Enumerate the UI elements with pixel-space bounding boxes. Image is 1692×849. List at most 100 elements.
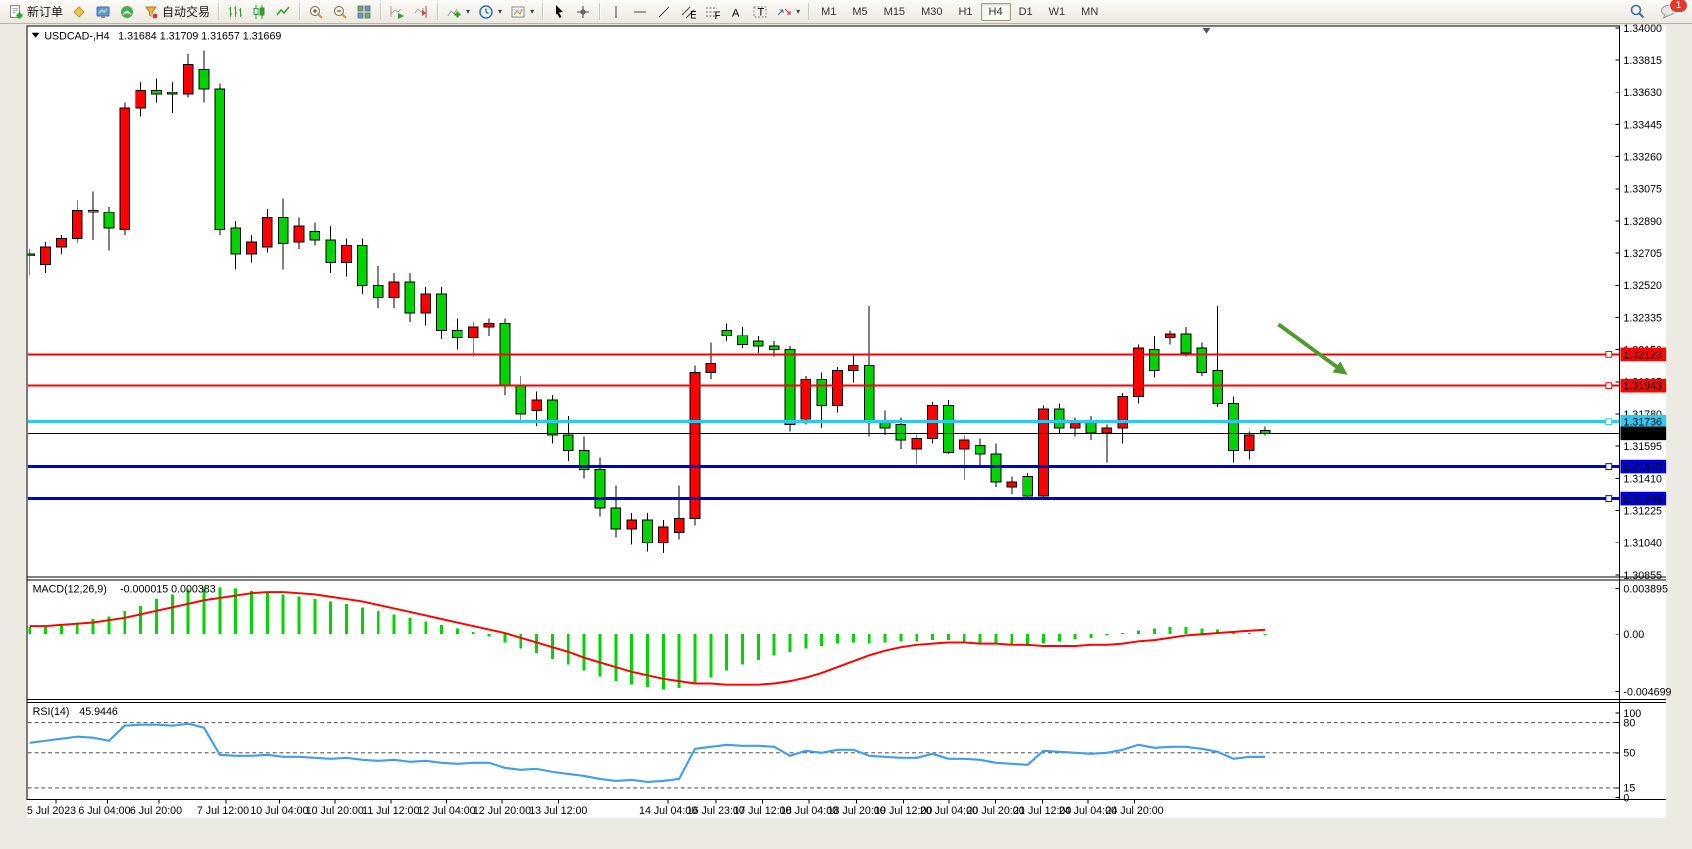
horizontal-line-icon [632, 4, 648, 20]
timeframe-h1-button[interactable]: H1 [950, 3, 980, 21]
bull-candle [1007, 482, 1017, 487]
zoom-out-button[interactable] [328, 2, 352, 22]
notification-badge: 1 [1669, 0, 1688, 13]
arrows-tool-button[interactable]: ▾ [772, 2, 804, 22]
chat-button[interactable]: 1 [1656, 1, 1682, 22]
macd-axis-label: 0.003895 [1623, 583, 1668, 595]
svg-text:E: E [690, 9, 696, 20]
signals-button[interactable] [115, 2, 139, 22]
time-axis-label: 11 Jul 12:00 [362, 805, 419, 817]
toolbar-separator [599, 3, 600, 20]
price-axis-label: 1.32335 [1623, 312, 1662, 324]
macd-bar [599, 634, 602, 676]
autotrading-button[interactable]: 自动交易 [139, 1, 214, 22]
bear-candle [880, 423, 890, 428]
macd-bar [139, 606, 142, 634]
chevron-down-icon: ▾ [796, 7, 800, 16]
macd-bar [187, 590, 190, 635]
chart-area[interactable]: 1.340001.338151.336301.334451.332601.330… [0, 24, 1692, 849]
bear-candle [944, 405, 954, 452]
horizontal-line-tool-button[interactable] [628, 2, 652, 22]
timeframe-d1-button[interactable]: D1 [1011, 3, 1041, 21]
macd-bar [298, 597, 301, 635]
macd-bar [868, 634, 871, 643]
timeframe-m15-button[interactable]: M15 [876, 3, 913, 21]
hline-handle[interactable] [1606, 419, 1612, 425]
macd-bar [662, 634, 665, 689]
text-label-tool-button[interactable]: T [748, 2, 772, 22]
arrows-icon [776, 4, 792, 20]
templates-button[interactable]: ▾ [506, 2, 538, 22]
line-chart-button[interactable] [271, 2, 295, 22]
macd-bar [519, 634, 522, 648]
trendline-tool-button[interactable] [652, 2, 676, 22]
price-axis-label: 1.30855 [1623, 570, 1662, 582]
bull-candle [468, 327, 478, 337]
timeframe-m30-button[interactable]: M30 [913, 3, 950, 21]
price-axis-label: 1.33815 [1623, 55, 1662, 67]
timeframe-m1-button[interactable]: M1 [813, 3, 844, 21]
autotrading-icon [143, 4, 159, 20]
bar-chart-button[interactable] [223, 2, 247, 22]
new-order-button[interactable]: 新订单 [4, 1, 67, 22]
bear-candle [310, 231, 320, 240]
hline-handle[interactable] [1606, 464, 1612, 470]
bear-candle [643, 520, 653, 543]
candlestick-chart-icon [251, 4, 267, 20]
vertical-line-tool-button[interactable] [604, 2, 628, 22]
bull-candle [484, 324, 494, 327]
text-icon: A [728, 4, 744, 20]
text-label-icon: T [752, 4, 768, 20]
channel-tool-button[interactable]: E [676, 2, 700, 22]
timeframe-mn-button[interactable]: MN [1073, 3, 1106, 21]
cursor-tool-button[interactable] [547, 2, 571, 22]
svg-text:F: F [715, 10, 721, 20]
bull-candle [294, 226, 304, 242]
bear-candle [785, 350, 795, 425]
mt4-window: { "toolbar": { "new_order_label": "新订单",… [0, 0, 1692, 849]
bear-candle [152, 91, 162, 94]
macd-bar [789, 634, 792, 652]
equidistant-channel-icon: E [680, 4, 696, 20]
chart-shift-button[interactable] [409, 2, 433, 22]
hline-handle[interactable] [1606, 383, 1612, 389]
bear-candle [1229, 404, 1239, 451]
metaeditor-button[interactable] [67, 2, 91, 22]
fibonacci-tool-button[interactable]: F [700, 2, 724, 22]
hline-handle[interactable] [1606, 496, 1612, 502]
bull-candle [674, 518, 684, 532]
price-axis-label: 1.31595 [1623, 441, 1662, 453]
timeframe-m5-button[interactable]: M5 [844, 3, 875, 21]
macd-bar [1121, 633, 1124, 634]
zoom-in-button[interactable] [304, 2, 328, 22]
zoom-in-icon [308, 4, 324, 20]
rsi-axis-label: 80 [1623, 718, 1635, 730]
macd-bar [994, 634, 997, 643]
bear-candle [753, 341, 763, 346]
search-button[interactable] [1625, 1, 1650, 22]
crosshair-tool-button[interactable] [571, 2, 595, 22]
tile-windows-icon [356, 4, 372, 20]
vertical-line-icon [608, 4, 624, 20]
timeframe-h4-button[interactable]: H4 [981, 3, 1011, 21]
bull-candle [421, 294, 431, 313]
auto-scroll-button[interactable] [385, 2, 409, 22]
macd-bar [1058, 634, 1061, 641]
hline-handle[interactable] [1606, 351, 1612, 357]
bull-candle [627, 520, 637, 529]
macd-bar [1185, 627, 1188, 634]
macd-bar [313, 599, 316, 634]
text-tool-button[interactable]: A [724, 2, 748, 22]
macd-bar [377, 611, 380, 634]
periods-button[interactable]: ▾ [474, 2, 506, 22]
price-axis-label: 1.33630 [1623, 87, 1662, 99]
macd-bar [583, 634, 586, 670]
macd-bar [1248, 633, 1251, 634]
tile-windows-button[interactable] [352, 2, 376, 22]
strategy-tester-button[interactable] [91, 2, 115, 22]
indicators-button[interactable]: ▾ [442, 2, 474, 22]
price-axis-label: 1.33075 [1623, 184, 1662, 196]
candlestick-chart-button[interactable] [247, 2, 271, 22]
macd-bar [567, 634, 570, 664]
timeframe-w1-button[interactable]: W1 [1041, 3, 1074, 21]
